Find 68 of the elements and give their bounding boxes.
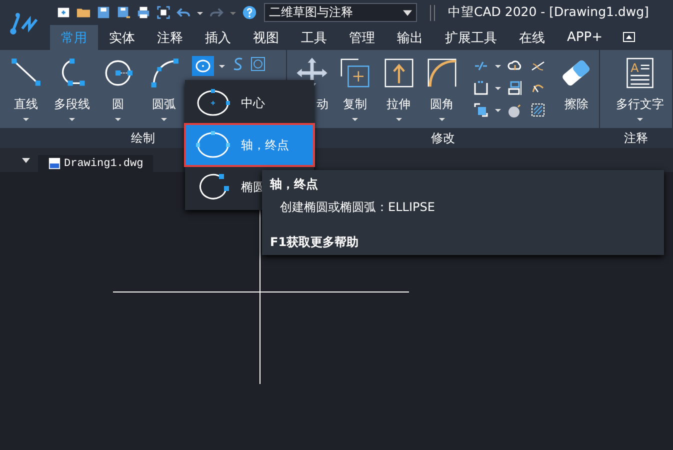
ribbon-tab[interactable]: 插入 xyxy=(194,25,242,50)
drawing-file-icon xyxy=(48,157,61,170)
ribbon-tool-button[interactable]: 擦除 xyxy=(556,56,598,128)
document-tab[interactable]: Drawing1.dwg xyxy=(38,155,154,172)
ribbon-tab[interactable]: APP+ xyxy=(556,25,614,50)
align-icon[interactable] xyxy=(506,80,523,96)
ribbon-tool-button[interactable]: 直线 xyxy=(4,56,48,128)
caret-icon[interactable] xyxy=(114,115,122,123)
ribbon-tool-button[interactable]: 圆角 xyxy=(421,56,463,128)
tool-label: 擦除 xyxy=(564,96,588,113)
tool-label: 圆弧 xyxy=(152,96,176,113)
caret-icon[interactable] xyxy=(68,115,76,123)
ribbon-tab[interactable]: 扩展工具 xyxy=(434,25,508,50)
caret-icon[interactable] xyxy=(218,62,226,70)
tool-label: 拉伸 xyxy=(386,96,411,113)
ribbon-tab[interactable]: 输出 xyxy=(386,25,434,50)
caret-icon[interactable] xyxy=(636,115,644,123)
ribbon-tab[interactable]: 管理 xyxy=(338,25,386,50)
caret-icon[interactable] xyxy=(494,84,502,92)
tool-label: 动 xyxy=(316,96,329,113)
caret-icon[interactable] xyxy=(438,115,446,123)
ribbon-tab[interactable]: 工具 xyxy=(290,25,338,50)
save-as-icon[interactable] xyxy=(116,5,131,20)
tool-label: 多段线 xyxy=(54,96,90,113)
tool-label: 多行文字 xyxy=(616,96,664,113)
help-icon[interactable] xyxy=(242,5,257,20)
caret-icon[interactable] xyxy=(494,62,502,70)
panel-title: 注释 xyxy=(600,128,672,148)
zoom-extents-icon[interactable] xyxy=(156,5,171,20)
tooltip-description: 创建椭圆或椭圆弧：ELLIPSE xyxy=(280,199,436,216)
caret-icon[interactable] xyxy=(22,115,30,123)
ribbon-tool-button[interactable]: A 多行文字 xyxy=(610,56,670,128)
tooltip-title: 轴，终点 xyxy=(270,176,319,193)
caret-icon[interactable] xyxy=(351,115,360,123)
caret-icon[interactable] xyxy=(22,156,30,164)
hatch-edit-icon[interactable] xyxy=(530,102,546,118)
caret-icon[interactable] xyxy=(394,115,403,123)
new-file-icon[interactable] xyxy=(56,5,71,20)
ribbon-tab[interactable]: 实体 xyxy=(98,25,146,50)
caret-icon[interactable] xyxy=(160,115,168,123)
tooltip-help: F1获取更多帮助 xyxy=(270,234,360,251)
ellipse-tool-button[interactable] xyxy=(192,56,214,76)
print-icon[interactable] xyxy=(136,5,151,20)
caret-icon[interactable] xyxy=(494,106,502,114)
save-icon[interactable] xyxy=(96,5,111,20)
rectangle-icon[interactable] xyxy=(472,80,489,96)
workspace-dropdown[interactable]: 二维草图与注释 xyxy=(264,3,417,22)
ribbon-tool-button[interactable]: 圆 xyxy=(96,56,140,128)
window-title: 中望CAD 2020 - [Drawing1.dwg] xyxy=(448,4,649,21)
ribbon-tab[interactable]: 在线 xyxy=(508,25,556,50)
ribbon-tool-button[interactable]: 多段线 xyxy=(50,56,94,128)
region-icon[interactable] xyxy=(250,56,266,72)
tool-label: 圆 xyxy=(112,96,124,113)
tool-label: 圆角 xyxy=(430,96,454,113)
ribbon-tab[interactable]: 注释 xyxy=(146,25,194,50)
ribbon-tool-button[interactable]: 拉伸 xyxy=(378,56,420,128)
ribbon-tool-button[interactable]: 复制 xyxy=(334,56,376,128)
offset-icon[interactable] xyxy=(472,102,489,118)
triangle-up-icon xyxy=(623,32,636,42)
ribbon-tool-button[interactable]: 圆弧 xyxy=(142,56,186,128)
document-name: Drawing1.dwg xyxy=(64,158,144,170)
ellipse-axis-icon xyxy=(193,130,233,160)
bomb-icon[interactable] xyxy=(506,102,523,118)
tool-label: 复制 xyxy=(343,96,368,113)
caret-icon xyxy=(403,8,412,17)
ribbon-tab[interactable]: 视图 xyxy=(242,25,290,50)
tool-label: 直线 xyxy=(14,96,38,113)
menu-item[interactable]: 轴，终点 xyxy=(185,124,314,166)
